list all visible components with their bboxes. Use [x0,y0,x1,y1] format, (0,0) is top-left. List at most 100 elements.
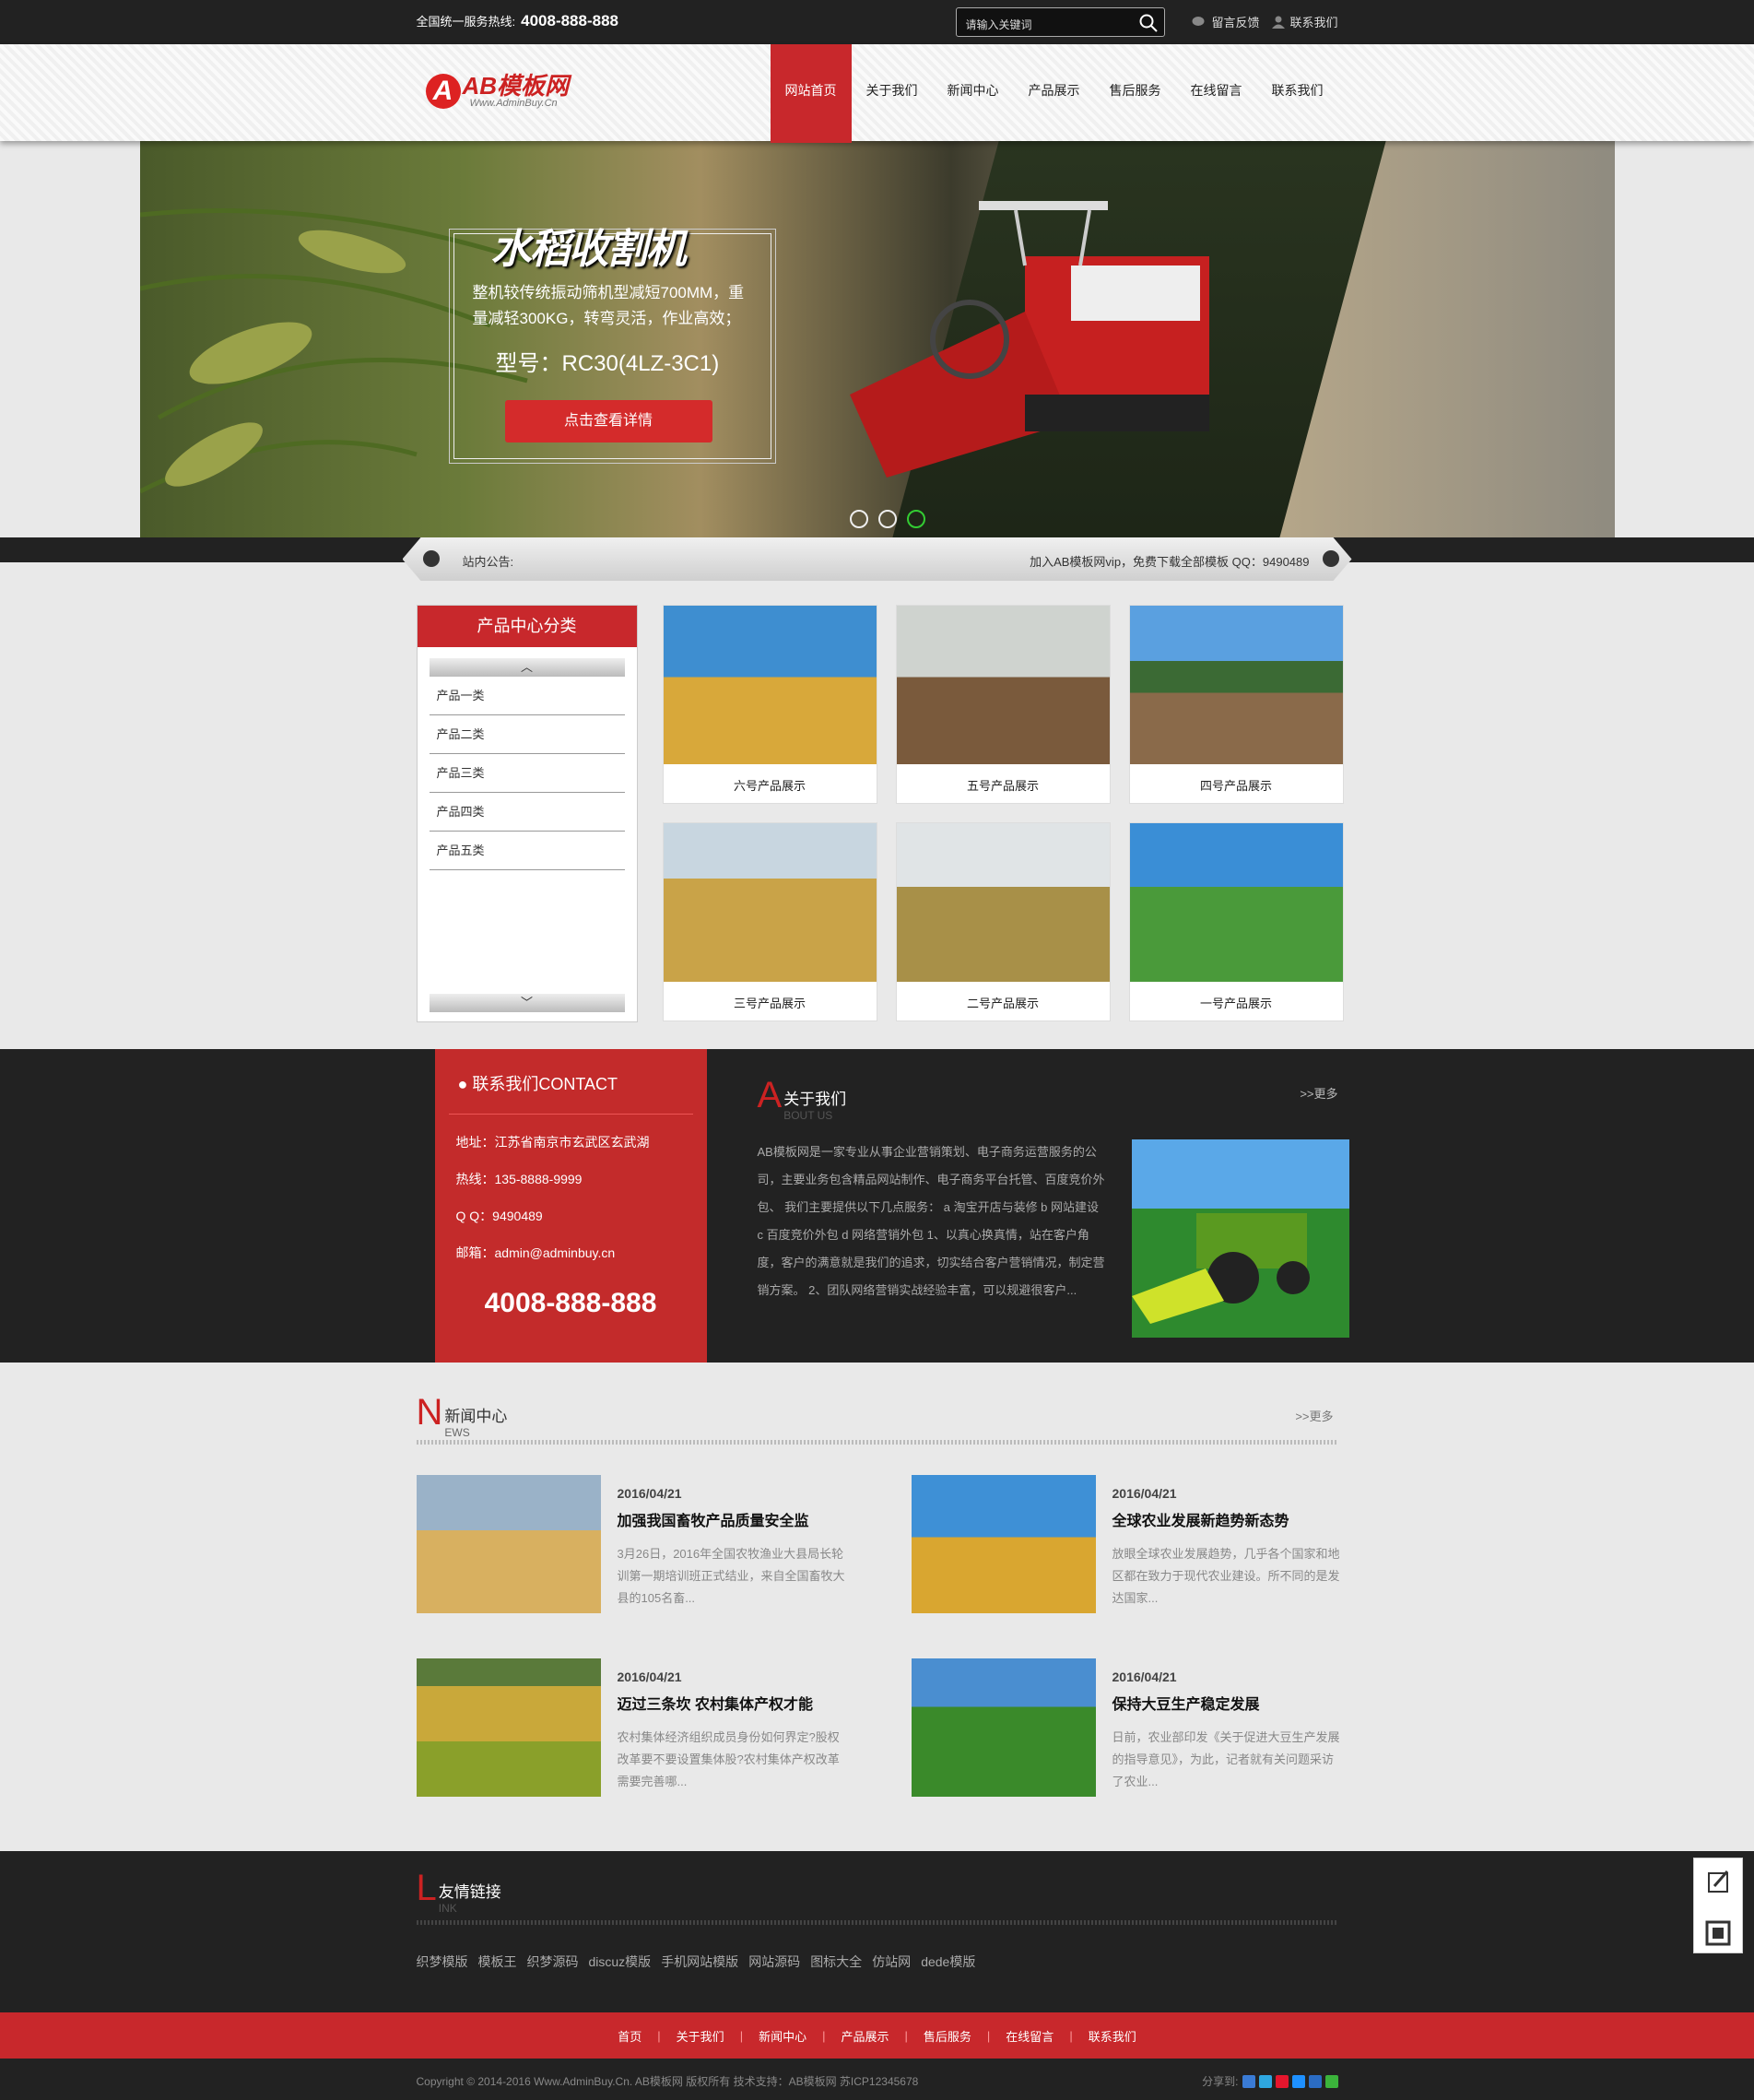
feedback-link[interactable]: 留言反馈 [1192,13,1259,30]
news-subtitle: EWS [444,1426,470,1439]
category-item[interactable]: 产品四类 [429,793,625,832]
news-title-link[interactable]: 迈过三条坎 农村集体产权才能 [618,1692,813,1714]
search-input[interactable]: 请输入关键词 [966,17,1032,32]
product-caption[interactable]: 五号产品展示 [897,764,1110,794]
scroll-up-button[interactable]: ︿ [429,658,625,677]
about-text: AB模板网是一家专业从事企业营销策划、电子商务运营服务的公司，主要业务包含精品网… [757,1145,1105,1297]
promo-description: 整机较传统振动筛机型减短700MM，重量减轻300KG，转弯灵活，作业高效； [472,284,745,327]
product-caption[interactable]: 六号产品展示 [664,764,877,794]
share-qzone-icon[interactable] [1258,2074,1272,2088]
footer-link[interactable]: 产品展示 [825,2027,904,2045]
nav-service[interactable]: 售后服务 [1095,44,1176,136]
footer-link[interactable]: 关于我们 [661,2027,740,2045]
share-renren-icon[interactable] [1308,2074,1322,2088]
share-plus-icon[interactable] [1242,2074,1255,2088]
contact-email[interactable]: 邮箱：admin@adminbuy.cn [456,1244,707,1262]
friend-link[interactable]: 织梦模版 [417,1953,468,1971]
edit-icon[interactable] [1694,1858,1742,1906]
nav-message[interactable]: 在线留言 [1176,44,1257,136]
qr-code-icon[interactable] [1694,1911,1742,1957]
category-item[interactable]: 产品一类 [429,677,625,715]
nav-about[interactable]: 关于我们 [852,44,933,136]
view-details-button[interactable]: 点击查看详情 [504,400,712,442]
category-item[interactable]: 产品五类 [429,832,625,870]
news-summary: 日前，农业部印发《关于促进大豆生产发展的指导意见》，为此，记者就有关问题采访了农… [1112,1730,1340,1788]
about-image [1131,1139,1349,1338]
category-item[interactable]: 产品三类 [429,754,625,793]
product-image[interactable] [663,823,877,982]
footer-link[interactable]: 首页 [602,2027,657,2045]
hotline-label: 全国统一服务热线: [416,15,516,29]
friend-link[interactable]: 模板王 [478,1953,517,1971]
about-more-link[interactable]: >>更多 [1300,1084,1337,1102]
friend-link[interactable]: 网站源码 [748,1953,800,1971]
product-image[interactable] [663,606,877,764]
product-card[interactable]: 六号产品展示 [662,605,877,804]
search-icon[interactable] [1138,13,1159,33]
search-box[interactable]: 请输入关键词 [955,7,1165,37]
news-more-link[interactable]: >>更多 [1295,1407,1333,1424]
footer-link[interactable]: 售后服务 [908,2027,987,2045]
nav-contact[interactable]: 联系我们 [1257,44,1338,136]
news-item[interactable]: 2016/04/21 保持大豆生产稳定发展 日前，农业部印发《关于促进大豆生产发… [911,1658,1372,1797]
news-title-link[interactable]: 加强我国畜牧产品质量安全监 [618,1508,809,1530]
links-divider [416,1920,1338,1925]
notice-text[interactable]: 加入AB模板网vip，免费下载全部模板 QQ：9490489 [1030,552,1309,570]
news-item[interactable]: 2016/04/21 迈过三条坎 农村集体产权才能 农村集体经济组织成员身份如何… [416,1658,877,1797]
category-item[interactable]: 产品二类 [429,715,625,754]
news-image[interactable] [416,1658,601,1797]
product-caption[interactable]: 三号产品展示 [664,982,877,1011]
scroll-down-button[interactable]: ﹀ [429,994,625,1012]
news-title-link[interactable]: 全球农业发展新趋势新态势 [1112,1508,1289,1530]
friend-link[interactable]: 织梦源码 [527,1953,579,1971]
product-image[interactable] [1129,606,1343,764]
product-image[interactable] [896,823,1110,982]
product-card[interactable]: 三号产品展示 [662,822,877,1021]
hero-banner[interactable]: 水稻收割机 整机较传统振动筛机型减短700MM，重量减轻300KG，转弯灵活，作… [139,141,1615,537]
news-image[interactable] [416,1475,601,1613]
product-card[interactable]: 二号产品展示 [895,822,1111,1021]
nav-home[interactable]: 网站首页 [770,44,852,143]
feedback-label[interactable]: 留言反馈 [1211,13,1259,30]
share-weibo-icon[interactable] [1275,2074,1289,2088]
product-category-sidebar: 产品中心分类 ︿ 产品一类 产品二类 产品三类 产品四类 产品五类 ﹀ [416,605,638,1022]
product-grid: 六号产品展示 五号产品展示 四号产品展示 三号产品展示 二号产品展示 一号产品展… [662,605,1344,1021]
share-wechat-icon[interactable] [1324,2074,1338,2088]
friend-link[interactable]: discuz模版 [589,1953,652,1971]
news-image[interactable] [911,1658,1096,1797]
product-card[interactable]: 四号产品展示 [1128,605,1344,804]
footer-link[interactable]: 新闻中心 [743,2027,822,2045]
carousel-dot[interactable] [849,510,868,528]
carousel-dot-active[interactable] [906,510,925,528]
contact-label[interactable]: 联系我们 [1289,13,1337,30]
friend-link[interactable]: 图标大全 [810,1953,862,1971]
footer-link[interactable]: 联系我们 [1073,2027,1152,2045]
news-item[interactable]: 2016/04/21 加强我国畜牧产品质量安全监 3月26日，2016年全国农牧… [416,1475,877,1613]
product-caption[interactable]: 一号产品展示 [1130,982,1343,1011]
carousel-dot[interactable] [877,510,897,528]
friend-link[interactable]: 手机网站模版 [661,1953,738,1971]
friend-link[interactable]: 仿站网 [872,1953,911,1971]
contact-link[interactable]: 联系我们 [1272,13,1338,30]
share-tencent-icon[interactable] [1291,2074,1305,2088]
product-card[interactable]: 五号产品展示 [895,605,1111,804]
product-image[interactable] [1129,823,1343,982]
friend-links: 织梦模版 模板王 织梦源码 discuz模版 手机网站模版 网站源码 图标大全 … [417,1953,976,1971]
footer-link[interactable]: 在线留言 [990,2027,1069,2045]
copyright-text: Copyright © 2014-2016 Www.AdminBuy.Cn. A… [416,2075,919,2088]
news-title-link[interactable]: 保持大豆生产稳定发展 [1112,1692,1260,1714]
product-image[interactable] [896,606,1110,764]
news-image[interactable] [911,1475,1096,1613]
nav-products[interactable]: 产品展示 [1014,44,1095,136]
notice-label: 站内公告: [462,555,514,569]
logo[interactable]: A AB模板网 Www.AdminBuy.Cn [425,74,569,109]
volume-icon [1322,550,1339,567]
nav-news[interactable]: 新闻中心 [933,44,1014,136]
product-card[interactable]: 一号产品展示 [1128,822,1344,1021]
news-item[interactable]: 2016/04/21 全球农业发展新趋势新态势 放眼全球农业发展趋势，几乎各个国… [911,1475,1372,1613]
product-caption[interactable]: 四号产品展示 [1130,764,1343,794]
notice-strip: 站内公告: 加入AB模板网vip，免费下载全部模板 QQ：9490489 [402,537,1352,581]
news-date: 2016/04/21 [617,1486,682,1501]
product-caption[interactable]: 二号产品展示 [897,982,1110,1011]
friend-link[interactable]: dede模版 [921,1953,975,1971]
